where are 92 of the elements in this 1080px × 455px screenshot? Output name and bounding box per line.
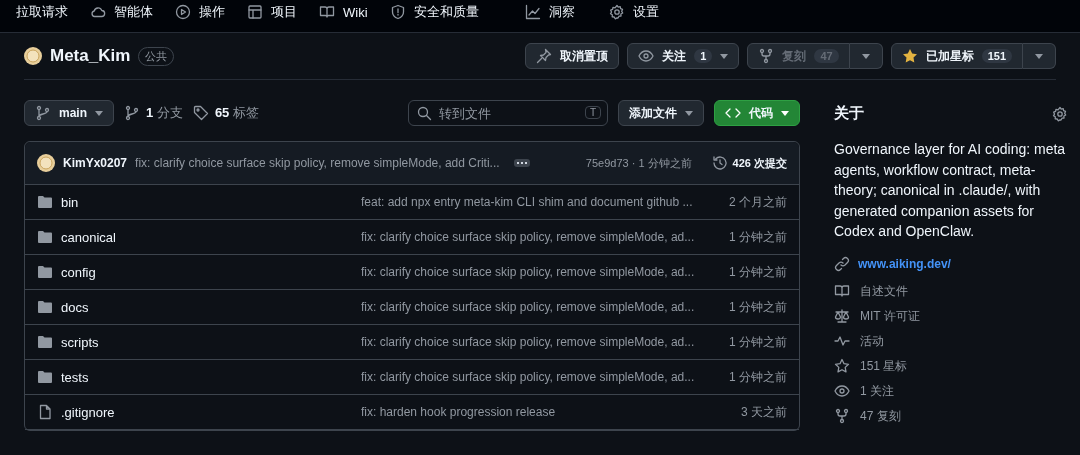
search-icon bbox=[416, 105, 432, 121]
nav-tab[interactable]: Wiki bbox=[319, 4, 368, 20]
ellipsis-icon[interactable] bbox=[513, 159, 530, 167]
commit-time: 1 分钟之前 bbox=[729, 298, 787, 316]
nav-tab[interactable]: 安全和质量 bbox=[389, 3, 479, 21]
about-link[interactable]: 活动 bbox=[860, 332, 884, 350]
pin-icon bbox=[536, 48, 553, 64]
dropdown-button[interactable] bbox=[849, 43, 883, 69]
folder-icon bbox=[37, 229, 53, 245]
commit-message[interactable]: fix: clarify choice surface skip policy, remove simpleMode, add Criti... bbox=[135, 156, 500, 170]
file-icon bbox=[37, 404, 53, 420]
cloud-icon bbox=[90, 4, 106, 20]
commit-message[interactable]: fix: harden hook progression release bbox=[361, 405, 741, 419]
tag-icon bbox=[192, 105, 209, 121]
about-link[interactable]: 1 关注 bbox=[860, 382, 894, 400]
graph-icon bbox=[524, 4, 541, 20]
commit-time: 1 分钟之前 bbox=[729, 228, 787, 246]
table-icon bbox=[247, 4, 263, 20]
branch-icon bbox=[124, 105, 140, 121]
repo-name[interactable]: Meta_Kim bbox=[50, 46, 131, 66]
scale-icon bbox=[834, 308, 850, 324]
settings-icon bbox=[608, 4, 625, 20]
website-link[interactable]: www.aiking.dev/ bbox=[858, 256, 951, 271]
commits-link[interactable]: 426 次提交 bbox=[711, 155, 787, 171]
folder-icon bbox=[37, 194, 53, 210]
commit-message[interactable]: fix: clarify choice surface skip policy, remove simpleMode, ad... bbox=[361, 370, 729, 384]
fork-icon bbox=[834, 408, 850, 424]
about-link[interactable]: 151 星标 bbox=[860, 357, 908, 375]
eye-icon bbox=[834, 383, 850, 399]
link-icon bbox=[834, 255, 850, 272]
commit-hash-time[interactable]: 75e9d73 · 1 分钟之前 bbox=[585, 155, 692, 171]
star-icon bbox=[834, 358, 850, 374]
author-avatar-icon bbox=[37, 154, 55, 172]
folder-icon bbox=[37, 299, 53, 315]
file-name[interactable]: scripts bbox=[61, 334, 361, 350]
caret-icon bbox=[861, 53, 870, 59]
nav-tab[interactable]: 拉取请求 bbox=[16, 3, 68, 21]
shield-icon bbox=[389, 4, 406, 20]
branch-button[interactable]: main bbox=[24, 100, 114, 126]
caret-icon bbox=[720, 53, 729, 59]
file-name[interactable]: docs bbox=[61, 299, 361, 315]
file-name[interactable]: tests bbox=[61, 369, 361, 385]
caret-icon bbox=[1035, 53, 1043, 59]
nav-tab[interactable]: 智能体 bbox=[90, 3, 153, 21]
pin-button[interactable]: 取消置顶 bbox=[525, 43, 620, 69]
commit-message[interactable]: fix: clarify choice surface skip policy, remove simpleMode, ad... bbox=[361, 300, 729, 314]
tags-link[interactable]: 65 标签 bbox=[192, 104, 259, 122]
file-name[interactable]: .gitignore bbox=[61, 404, 361, 420]
about-link[interactable]: MIT 许可证 bbox=[860, 307, 920, 325]
code-button[interactable]: 代码 bbox=[714, 100, 800, 126]
commit-message[interactable]: fix: clarify choice surface skip policy, remove simpleMode, ad... bbox=[361, 230, 729, 244]
fork-icon bbox=[758, 48, 775, 64]
nav-tab[interactable]: 项目 bbox=[247, 3, 297, 21]
commit-message[interactable]: fix: clarify choice surface skip policy, remove simpleMode, ad... bbox=[361, 265, 729, 279]
commit-time: 1 分钟之前 bbox=[729, 368, 787, 386]
folder-icon bbox=[37, 369, 53, 385]
caret-icon bbox=[95, 110, 103, 116]
commit-author[interactable]: KimYx0207 bbox=[63, 156, 128, 170]
commit-time: 1 分钟之前 bbox=[729, 263, 787, 281]
shortcut-key: T bbox=[584, 106, 601, 119]
commit-message[interactable]: feat: add npx entry meta-kim CLI shim and document github ... bbox=[361, 195, 729, 209]
watch-button[interactable]: 关注 1 bbox=[627, 43, 740, 69]
play-icon bbox=[175, 4, 191, 20]
file-name[interactable]: config bbox=[61, 264, 361, 280]
avatar-icon bbox=[24, 47, 42, 65]
book-icon bbox=[834, 283, 850, 299]
repo-description: Governance layer for AI coding: meta agents, workflow contract, meta-theory; canonical in .claude/, with generated companion assets for Codex and OpenClaw. bbox=[834, 140, 1067, 241]
book-icon bbox=[319, 4, 335, 20]
file-name[interactable]: bin bbox=[61, 194, 361, 210]
about-link[interactable]: 47 复刻 bbox=[860, 407, 901, 425]
eye-icon bbox=[638, 48, 655, 64]
nav-tab[interactable]: 洞察 bbox=[524, 3, 575, 21]
nav-tab[interactable]: 设置 bbox=[608, 3, 659, 21]
file-name[interactable]: canonical bbox=[61, 229, 361, 245]
commit-time: 1 分钟之前 bbox=[729, 333, 787, 351]
caret-icon bbox=[685, 110, 693, 116]
commit-message[interactable]: fix: clarify choice surface skip policy, remove simpleMode, ad... bbox=[361, 335, 729, 349]
commit-time: 3 天之前 bbox=[741, 403, 787, 421]
nav-tab[interactable]: 操作 bbox=[175, 3, 225, 21]
star-button[interactable]: 已加星标 151 bbox=[890, 43, 1023, 69]
about-heading: 关于 bbox=[834, 104, 864, 123]
add-file-button[interactable]: 添加文件 bbox=[618, 100, 704, 126]
dropdown-button[interactable] bbox=[1023, 43, 1056, 69]
history-icon bbox=[711, 155, 728, 171]
folder-icon bbox=[37, 334, 53, 350]
about-link[interactable]: 自述文件 bbox=[860, 282, 908, 300]
branch-icon bbox=[35, 105, 51, 121]
folder-icon bbox=[37, 264, 53, 280]
branches-link[interactable]: 1 分支 bbox=[124, 104, 183, 122]
caret-icon bbox=[781, 110, 789, 116]
settings-icon bbox=[1052, 105, 1068, 122]
commit-time: 2 个月之前 bbox=[729, 193, 787, 211]
